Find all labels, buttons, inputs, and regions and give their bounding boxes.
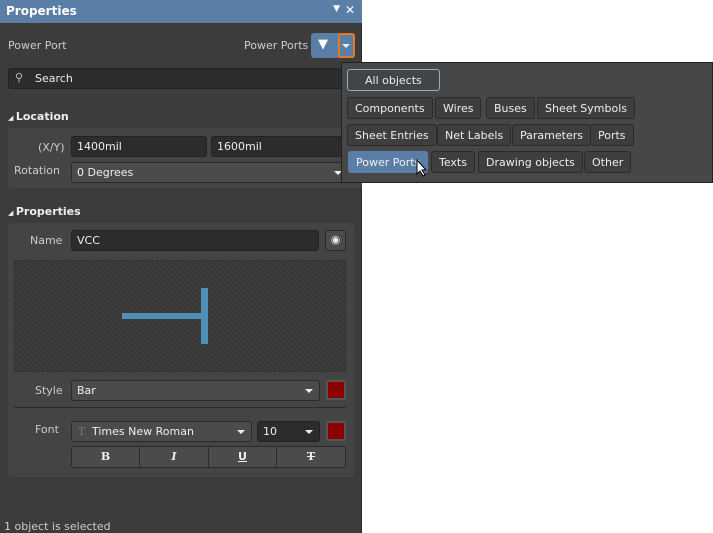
xy-label: (X/Y)	[38, 141, 65, 154]
panel-menu-icon[interactable]: ▼	[333, 4, 340, 14]
power-port-bar	[201, 288, 208, 344]
symbol-preview	[14, 260, 346, 372]
panel-title-bar: Properties ▼ ✕	[0, 0, 362, 23]
style-select[interactable]: Bar	[71, 380, 320, 401]
filter-label: Power Ports	[244, 39, 309, 52]
filter-all-objects[interactable]: All objects	[347, 69, 440, 91]
italic-button[interactable]: I	[139, 446, 209, 468]
properties-panel: Properties ▼ ✕ Power Port Power Ports ▼ …	[0, 0, 362, 533]
filter-wires[interactable]: Wires	[435, 97, 482, 119]
filter-texts[interactable]: Texts	[431, 151, 475, 173]
close-icon[interactable]: ✕	[345, 3, 355, 17]
y-input[interactable]: 1600mil	[211, 136, 362, 157]
rotation-label: Rotation	[14, 164, 61, 177]
font-color-swatch[interactable]	[326, 421, 346, 441]
panel-title: Properties	[6, 4, 77, 18]
status-text: 1 object is selected	[4, 520, 111, 533]
properties-section-header[interactable]: ◢ Properties	[8, 205, 81, 218]
filter-buses[interactable]: Buses	[486, 97, 535, 119]
strikethrough-button[interactable]: T	[276, 446, 346, 468]
power-port-stem	[122, 313, 207, 319]
name-input[interactable]: VCC	[71, 230, 319, 251]
style-label: Style	[35, 384, 63, 397]
filter-ports[interactable]: Ports	[590, 124, 634, 146]
filter-sheet-entries[interactable]: Sheet Entries	[347, 124, 437, 146]
name-label: Name	[30, 234, 63, 247]
filter-components[interactable]: Components	[347, 97, 433, 119]
filter-other[interactable]: Other	[584, 151, 632, 173]
style-color-swatch[interactable]	[326, 380, 346, 400]
search-placeholder: Search	[35, 72, 73, 85]
underline-button[interactable]: U	[208, 446, 277, 468]
rotation-select[interactable]: 0 Degrees	[71, 162, 349, 183]
filter-sheet-symbols[interactable]: Sheet Symbols	[537, 97, 636, 119]
font-type-icon: T	[78, 425, 86, 438]
filter-drawing-objects[interactable]: Drawing objects	[478, 151, 583, 173]
divider	[14, 407, 346, 408]
object-type-label: Power Port	[8, 39, 67, 52]
search-icon: ⚲	[15, 71, 24, 84]
x-input[interactable]: 1400mil	[71, 136, 207, 157]
filter-dropdown-button[interactable]	[338, 33, 355, 58]
filter-net-labels[interactable]: Net Labels	[437, 124, 512, 146]
bold-button[interactable]: B	[71, 446, 140, 468]
filter-icon: ▼	[318, 37, 328, 52]
font-size-select[interactable]: 10	[257, 421, 320, 442]
filter-popup: All objects Components Wires Buses Sheet…	[341, 62, 713, 183]
search-input[interactable]: ⚲ Search	[8, 68, 358, 89]
location-section-header[interactable]: ◢ Location	[8, 110, 69, 123]
visibility-eye-icon[interactable]: ◉	[325, 230, 346, 251]
filter-button[interactable]: ▼	[311, 33, 355, 58]
filter-parameters[interactable]: Parameters	[512, 124, 591, 146]
font-label: Font	[35, 423, 59, 436]
font-select[interactable]: T Times New Roman	[71, 421, 252, 442]
mouse-cursor-icon	[416, 159, 428, 177]
